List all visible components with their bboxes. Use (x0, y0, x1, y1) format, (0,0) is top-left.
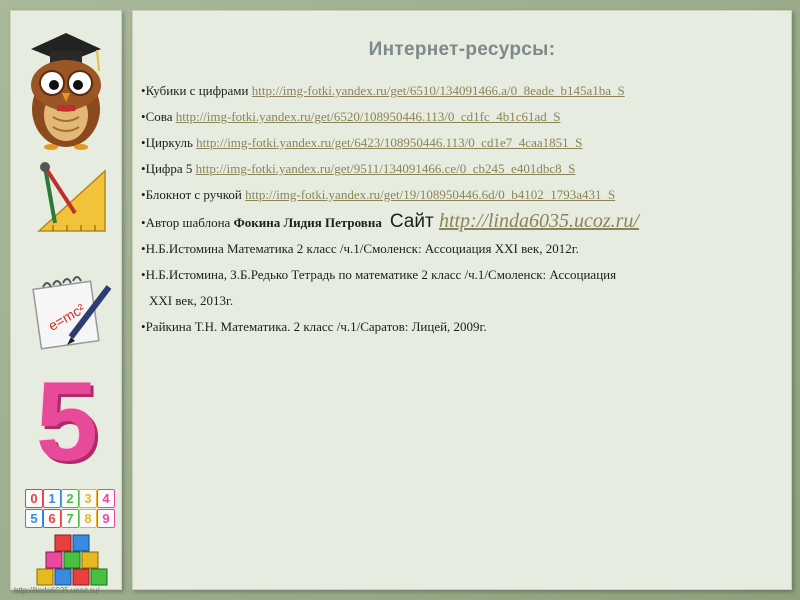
resource-link[interactable]: http://img-fotki.yandex.ru/get/6423/1089… (196, 135, 582, 150)
resource-link[interactable]: http://img-fotki.yandex.ru/get/9511/1340… (196, 161, 576, 176)
reference-item: •Н.Б.Истомина, З.Б.Редько Тетрадь по мат… (141, 267, 781, 283)
sidebar: e=mc² 5 0123456789 (10, 10, 122, 590)
digit-tile: 7 (61, 509, 79, 528)
list-item: •Циркуль http://img-fotki.yandex.ru/get/… (141, 135, 781, 151)
list-item: •Кубики с цифрами http://img-fotki.yande… (141, 83, 781, 99)
reference-text: XXI век, 2013г. (149, 293, 234, 308)
compass-ruler-icon (37, 162, 106, 232)
list-item: •Цифра 5 http://img-fotki.yandex.ru/get/… (141, 161, 781, 177)
content-panel: Интернет-ресурсы: •Кубики с цифрами http… (132, 10, 792, 590)
list-item: •Блокнот с ручкой http://img-fotki.yande… (141, 187, 781, 203)
reference-continuation: XXI век, 2013г. (141, 293, 781, 309)
digit-tile: 6 (43, 509, 61, 528)
digit-tile: 1 (43, 489, 61, 508)
author-label: Автор шаблона (145, 215, 234, 230)
reference-item: •Н.Б.Истомина Математика 2 класс /ч.1/См… (141, 241, 781, 257)
digit-tile: 9 (97, 509, 115, 528)
digit-tile: 4 (97, 489, 115, 508)
resource-link[interactable]: http://img-fotki.yandex.ru/get/19/108950… (245, 187, 615, 202)
reference-text: Райкина Т.Н. Математика. 2 класс /ч.1/Са… (145, 319, 487, 334)
resource-list: •Кубики с цифрами http://img-fotki.yande… (141, 83, 781, 345)
item-label: Циркуль (145, 135, 197, 150)
item-label: Блокнот с ручкой (145, 187, 246, 202)
notebook-pen-icon: e=mc² (32, 276, 112, 350)
site-label: Сайт (389, 211, 439, 232)
item-label: Цифра 5 (145, 161, 196, 176)
author-name: Фокина Лидия Петровна (233, 215, 382, 230)
resource-link[interactable]: http://img-fotki.yandex.ru/get/6510/1340… (252, 83, 625, 98)
site-link[interactable]: http://linda6035.ucoz.ru/ (439, 210, 639, 232)
list-item: •Сова http://img-fotki.yandex.ru/get/652… (141, 109, 781, 125)
digit-five-icon: 5 (35, 359, 99, 484)
author-item: •Автор шаблона Фокина Лидия Петровна Сайт… (141, 210, 781, 232)
owl-icon (31, 33, 101, 150)
digit-tiles: 01234 56789 (25, 489, 115, 529)
page-title: Интернет-ресурсы: (368, 39, 556, 60)
digit-tile: 5 (25, 509, 43, 528)
digit-tile: 8 (79, 509, 97, 528)
digit-tile: 3 (79, 489, 97, 508)
footer-url[interactable]: http://linda6035.ucoz.ru/ (14, 586, 99, 595)
reference-text: Н.Б.Истомина Математика 2 класс /ч.1/Смо… (145, 241, 579, 256)
stacked-cubes-icon (36, 534, 108, 586)
item-label: Кубики с цифрами (145, 83, 252, 98)
reference-item: •Райкина Т.Н. Математика. 2 класс /ч.1/С… (141, 319, 781, 335)
resource-link[interactable]: http://img-fotki.yandex.ru/get/6520/1089… (176, 109, 561, 124)
digit-tile: 2 (61, 489, 79, 508)
digit-tile: 0 (25, 489, 43, 508)
reference-text: Н.Б.Истомина, З.Б.Редько Тетрадь по мате… (145, 267, 617, 282)
item-label: Сова (145, 109, 176, 124)
